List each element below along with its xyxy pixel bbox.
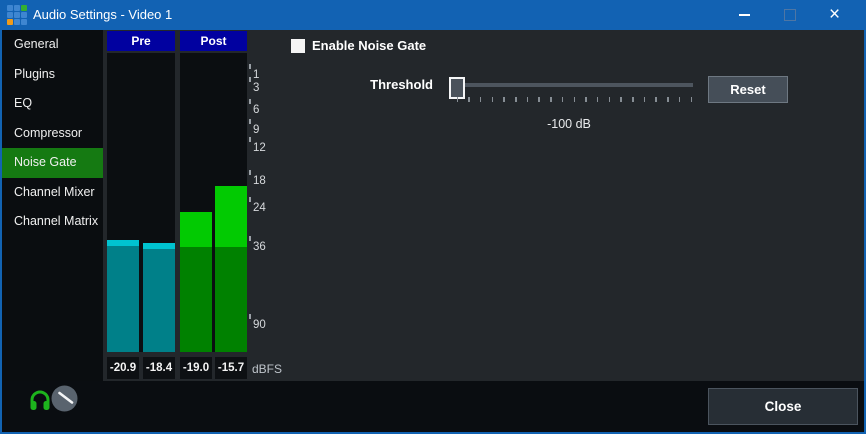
slider-tick-mark (597, 97, 599, 102)
vmix-logo-icon (7, 5, 27, 25)
logo-square (14, 12, 20, 18)
meter-value: -19.0 (180, 357, 212, 379)
scale-tick-mark (249, 314, 251, 319)
meter-value: -18.4 (143, 357, 175, 379)
logo-square (21, 12, 27, 18)
scale-number: 12 (253, 143, 266, 154)
threshold-slider-thumb[interactable] (449, 77, 465, 99)
logo-square (7, 5, 13, 11)
audio-settings-dialog: Audio Settings - Video 1 × GeneralPlugin… (0, 0, 866, 434)
window-title: Audio Settings - Video 1 (33, 0, 172, 30)
meter-bar-segment (215, 186, 247, 247)
settings-sidebar: GeneralPluginsEQCompressorNoise GateChan… (2, 30, 103, 381)
scale-number: 90 (253, 320, 266, 331)
scale-tick-mark (249, 119, 251, 124)
slider-tick-mark (515, 97, 517, 102)
scale-number: 18 (253, 176, 266, 187)
headphones-icon[interactable] (28, 389, 52, 413)
scale-number: 1 (253, 70, 259, 81)
slider-tick-mark (562, 97, 564, 102)
scale-tick-mark (249, 99, 251, 104)
logo-square (21, 5, 27, 11)
scale-tick-mark (249, 236, 251, 241)
volume-knob[interactable] (51, 385, 78, 412)
minimize-icon (739, 14, 750, 16)
scale-number: 24 (253, 203, 266, 214)
sidebar-item-eq[interactable]: EQ (2, 89, 103, 119)
sidebar-item-compressor[interactable]: Compressor (2, 119, 103, 149)
slider-tick-mark (679, 97, 681, 102)
meter-header-pre: Pre (107, 31, 175, 51)
meter-value: -20.9 (107, 357, 139, 379)
logo-square (21, 19, 27, 25)
scale-tick-mark (249, 77, 251, 82)
slider-tick-mark (655, 97, 657, 102)
title-bar[interactable]: Audio Settings - Video 1 × (0, 0, 866, 30)
slider-tick-mark (574, 97, 576, 102)
logo-square (14, 19, 20, 25)
scale-number: 6 (253, 105, 259, 116)
footer-bar: Close (2, 381, 864, 432)
slider-tick-mark (585, 97, 587, 102)
logo-square (7, 19, 13, 25)
maximize-icon (784, 9, 796, 21)
logo-square (7, 12, 13, 18)
threshold-value: -100 dB (469, 117, 669, 131)
slider-tick-mark (691, 97, 693, 102)
slider-tick-mark (503, 97, 505, 102)
logo-square (14, 5, 20, 11)
meter-header-post: Post (180, 31, 247, 51)
meter-bar-segment (180, 247, 212, 352)
slider-tick-mark (667, 97, 669, 102)
sidebar-item-general[interactable]: General (2, 30, 103, 60)
slider-tick-mark (644, 97, 646, 102)
slider-tick-mark (620, 97, 622, 102)
scale-tick-mark (249, 170, 251, 175)
enable-noise-gate-checkbox[interactable] (291, 39, 305, 53)
scale-number: 9 (253, 125, 259, 136)
slider-tick-mark (609, 97, 611, 102)
minimize-button[interactable] (722, 0, 767, 30)
meter-unit-label: dBFS (252, 362, 282, 376)
slider-tick-mark (527, 97, 529, 102)
slider-tick-mark (468, 97, 470, 102)
scale-tick-mark (249, 64, 251, 69)
meter-bar-segment (107, 246, 139, 352)
slider-tick-mark (550, 97, 552, 102)
scale-tick-mark (249, 197, 251, 202)
slider-tick-mark (480, 97, 482, 102)
scale-number: 3 (253, 83, 259, 94)
close-window-button[interactable]: × (812, 0, 857, 30)
sidebar-item-channel-matrix[interactable]: Channel Matrix (2, 207, 103, 237)
scale-number: 36 (253, 242, 266, 253)
threshold-slider-track[interactable] (462, 83, 693, 87)
reset-button[interactable]: Reset (708, 76, 788, 103)
enable-noise-gate-label: Enable Noise Gate (312, 39, 426, 53)
close-button[interactable]: Close (708, 388, 858, 425)
meter-bar-segment (215, 247, 247, 352)
slider-tick-mark (632, 97, 634, 102)
maximize-button[interactable] (767, 0, 812, 30)
sidebar-item-noise-gate[interactable]: Noise Gate (2, 148, 103, 178)
meter-bar-segment (143, 249, 175, 352)
slider-tick-mark (492, 97, 494, 102)
scale-tick-mark (249, 137, 251, 142)
slider-tick-mark (457, 97, 459, 102)
meter-bar-segment (180, 212, 212, 247)
sidebar-item-channel-mixer[interactable]: Channel Mixer (2, 178, 103, 208)
sidebar-item-plugins[interactable]: Plugins (2, 60, 103, 90)
meter-value: -15.7 (215, 357, 247, 379)
slider-tick-mark (538, 97, 540, 102)
close-icon: × (829, 0, 840, 30)
threshold-label: Threshold (333, 77, 433, 92)
